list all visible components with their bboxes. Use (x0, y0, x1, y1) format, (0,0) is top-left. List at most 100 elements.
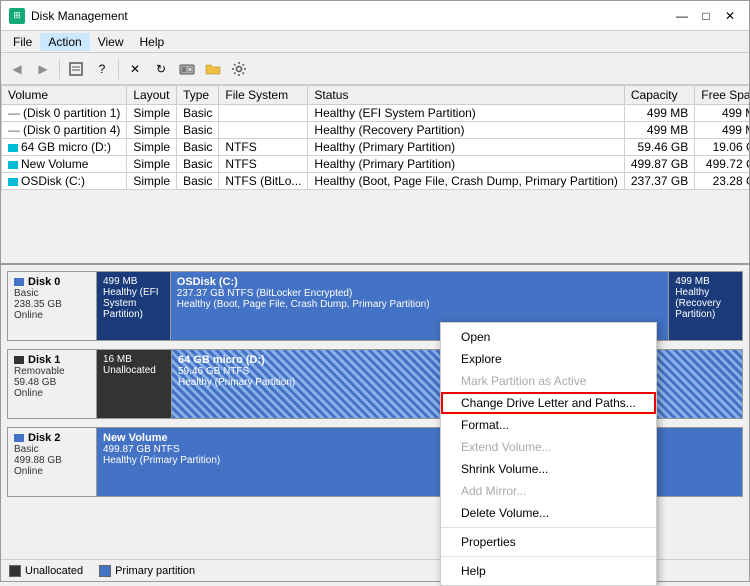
toolbar: ◀ ▶ ? ✕ ↻ (1, 53, 749, 85)
context-menu-separator (441, 527, 656, 528)
disk-2-size: 499.88 GB (14, 455, 90, 466)
menu-bar: File Action View Help (1, 31, 749, 53)
delete-button[interactable]: ✕ (123, 57, 147, 81)
title-bar: ⊞ Disk Management — □ ✕ (1, 1, 749, 31)
legend-unallocated: Unallocated (9, 565, 83, 577)
disk-1-status: Online (14, 388, 90, 399)
cell-layout: Simple (127, 139, 177, 156)
table-row[interactable]: New Volume Simple Basic NTFS Healthy (Pr… (2, 156, 750, 173)
context-menu-item[interactable]: Change Drive Letter and Paths... (441, 392, 656, 414)
cell-volume: —(Disk 0 partition 1) (2, 105, 127, 122)
disk-0-part-3[interactable]: 499 MB Healthy (Recovery Partition) (669, 272, 742, 340)
cell-volume: New Volume (2, 156, 127, 173)
context-menu-item[interactable]: Help (441, 560, 656, 582)
menu-action[interactable]: Action (40, 33, 89, 51)
back-button[interactable]: ◀ (5, 57, 29, 81)
context-menu-item[interactable]: Delete Volume... (441, 502, 656, 524)
cell-layout: Simple (127, 156, 177, 173)
refresh-button[interactable]: ↻ (149, 57, 173, 81)
disk-0-color-icon (14, 278, 24, 286)
toolbar-sep-2 (118, 59, 119, 79)
close-button[interactable]: ✕ (719, 5, 741, 27)
disk-2-name: Disk 2 (28, 432, 60, 444)
menu-view[interactable]: View (90, 33, 132, 51)
col-layout[interactable]: Layout (127, 86, 177, 105)
menu-file[interactable]: File (5, 33, 40, 51)
cell-fs: NTFS (219, 139, 308, 156)
minimize-button[interactable]: — (671, 5, 693, 27)
context-menu-item: Add Mirror... (441, 480, 656, 502)
cell-status: Healthy (EFI System Partition) (308, 105, 624, 122)
table-row[interactable]: OSDisk (C:) Simple Basic NTFS (BitLo... … (2, 173, 750, 190)
col-volume[interactable]: Volume (2, 86, 127, 105)
disk-2-label: Disk 2 Basic 499.88 GB Online (7, 427, 97, 497)
cell-freespace: 499 MB (695, 105, 749, 122)
disk-1-part-1[interactable]: 16 MB Unallocated (97, 350, 172, 418)
cell-capacity: 499 MB (624, 105, 694, 122)
disk-1-color-icon (14, 356, 24, 364)
properties-button[interactable] (64, 57, 88, 81)
legend-primary: Primary partition (99, 565, 195, 577)
settings-button[interactable] (227, 57, 251, 81)
context-menu-item[interactable]: Explore (441, 348, 656, 370)
legend-primary-box (99, 565, 111, 577)
cell-layout: Simple (127, 173, 177, 190)
legend-unallocated-box (9, 565, 21, 577)
disk-2-status: Online (14, 466, 90, 477)
cell-status: Healthy (Primary Partition) (308, 139, 624, 156)
cell-type: Basic (177, 122, 219, 139)
table-row[interactable]: 64 GB micro (D:) Simple Basic NTFS Healt… (2, 139, 750, 156)
maximize-button[interactable]: □ (695, 5, 717, 27)
cell-capacity: 499 MB (624, 122, 694, 139)
col-status[interactable]: Status (308, 86, 624, 105)
col-filesystem[interactable]: File System (219, 86, 308, 105)
cell-capacity: 59.46 GB (624, 139, 694, 156)
col-freespace[interactable]: Free Space (695, 86, 749, 105)
cell-layout: Simple (127, 122, 177, 139)
cell-status: Healthy (Boot, Page File, Crash Dump, Pr… (308, 173, 624, 190)
context-menu-item: Mark Partition as Active (441, 370, 656, 392)
context-menu: OpenExploreMark Partition as ActiveChang… (440, 322, 657, 586)
context-menu-item[interactable]: Open (441, 326, 656, 348)
cell-type: Basic (177, 173, 219, 190)
context-menu-separator (441, 556, 656, 557)
cell-capacity: 237.37 GB (624, 173, 694, 190)
context-menu-item[interactable]: Properties (441, 531, 656, 553)
cell-volume: 64 GB micro (D:) (2, 139, 127, 156)
disk-1-name: Disk 1 (28, 354, 60, 366)
cell-fs: NTFS (BitLo... (219, 173, 308, 190)
disk-0-size: 238.35 GB (14, 299, 90, 310)
table-row[interactable]: —(Disk 0 partition 1) Simple Basic Healt… (2, 105, 750, 122)
help-button[interactable]: ? (90, 57, 114, 81)
disk-2-type: Basic (14, 444, 90, 455)
disk-button[interactable] (175, 57, 199, 81)
forward-button[interactable]: ▶ (31, 57, 55, 81)
cell-fs (219, 122, 308, 139)
col-type[interactable]: Type (177, 86, 219, 105)
table-row[interactable]: —(Disk 0 partition 4) Simple Basic Healt… (2, 122, 750, 139)
cell-freespace: 499 MB (695, 122, 749, 139)
legend-unallocated-label: Unallocated (25, 565, 83, 577)
cell-status: Healthy (Recovery Partition) (308, 122, 624, 139)
toolbar-sep-1 (59, 59, 60, 79)
cell-freespace: 23.28 GB (695, 173, 749, 190)
context-menu-item: Extend Volume... (441, 436, 656, 458)
col-capacity[interactable]: Capacity (624, 86, 694, 105)
cell-freespace: 19.06 GB (695, 139, 749, 156)
disk-0-part-1[interactable]: 499 MB Healthy (EFI System Partition) (97, 272, 171, 340)
window-title: Disk Management (31, 9, 128, 23)
cell-type: Basic (177, 139, 219, 156)
context-menu-item[interactable]: Format... (441, 414, 656, 436)
disk-1-type: Removable (14, 366, 90, 377)
menu-help[interactable]: Help (132, 33, 173, 51)
cell-status: Healthy (Primary Partition) (308, 156, 624, 173)
cell-fs (219, 105, 308, 122)
context-menu-item[interactable]: Shrink Volume... (441, 458, 656, 480)
disk-2-color-icon (14, 434, 24, 442)
disk-0-type: Basic (14, 288, 90, 299)
cell-type: Basic (177, 156, 219, 173)
folder-button[interactable] (201, 57, 225, 81)
cell-type: Basic (177, 105, 219, 122)
volume-table-container[interactable]: Volume Layout Type File System Status Ca… (1, 85, 749, 265)
volume-table: Volume Layout Type File System Status Ca… (1, 85, 749, 190)
